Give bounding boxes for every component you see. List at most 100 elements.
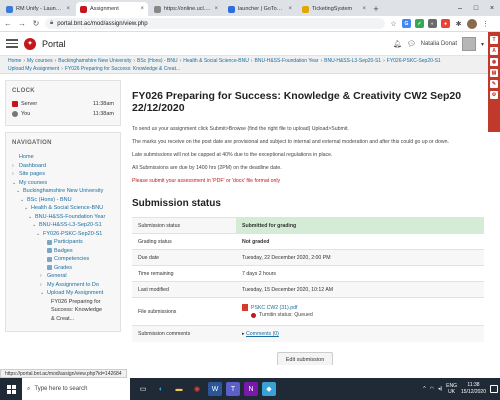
tool-icon[interactable]: ◉ [490,58,498,66]
breadcrumb-link[interactable]: Upload My Assignment [8,66,59,72]
nav-item[interactable]: Competencies [12,255,116,264]
nav-item[interactable]: ⌄ Health & Social Science-BNU [12,204,116,213]
profile-avatar[interactable] [467,18,477,29]
row-value: Submitted for grading [236,217,484,234]
nav-item[interactable]: ⌄ Upload My Assignment [12,289,116,298]
extension-icon[interactable]: ● [441,19,450,28]
browser-tab-active[interactable]: Assignment × [76,2,148,16]
breadcrumb-link[interactable]: FY026-PSKC-Sep20-S1 [387,58,441,64]
avatar[interactable] [461,37,476,51]
close-icon[interactable]: × [214,6,218,12]
breadcrumb-link[interactable]: My courses [27,58,53,64]
teams-icon[interactable]: T [226,382,240,396]
close-icon[interactable]: × [362,6,366,12]
nav-item[interactable]: & Creat... [12,315,116,324]
server-icon [12,101,18,107]
browser-tab[interactable]: launcher | GoToWebinar × [224,2,296,16]
breadcrumb-link[interactable]: BSc (Hons) - BNU [137,58,178,64]
nav-item[interactable]: ⌄ BSc (Hons) - BNU [12,196,116,205]
extension-icon[interactable]: G [402,19,411,28]
notification-icon[interactable] [490,385,498,393]
breadcrumb-link[interactable]: FY026 Preparing for Success: Knowledge &… [65,66,180,72]
nav-item[interactable]: Grades [12,264,116,273]
nav-item[interactable]: Home [12,153,116,162]
tool-icon[interactable]: ✎ [490,80,498,88]
browser-tab[interactable]: https://online.ucl.ac/dashbo... × [150,2,222,16]
user-menu[interactable]: 🔔︎ 💬︎ Natalia Donat ▾ [393,37,484,51]
tool-icon[interactable]: ⚙ [490,91,498,99]
wifi-icon[interactable]: ◠ [430,386,434,392]
back-icon[interactable]: ← [3,19,13,29]
chevron-down-icon[interactable]: ▾ [481,41,484,48]
edge-icon[interactable]: ◐ [154,382,168,396]
nav-item[interactable]: ⌄ BNU-H&SS-Foundation Year [12,213,116,222]
task-view-icon[interactable]: ▭ [136,382,150,396]
nav-item[interactable]: › My Assignment to Do [12,281,116,290]
nav-item[interactable]: FY026 Preparing for [12,298,116,307]
submitted-file-link[interactable]: PSKC CW2 (31).pdf [251,305,297,311]
site-logo[interactable]: ✦ [24,37,36,50]
star-icon[interactable]: ☆ [389,19,398,28]
nav-item[interactable]: › Site pages [12,170,116,179]
breadcrumb-link[interactable]: Health & Social Science-BNU [183,58,249,64]
breadcrumb-link[interactable]: BNU-H&SS-Foundation Year [255,58,319,64]
tool-icon[interactable]: T [490,36,498,44]
tray-time[interactable]: 11:38 [467,382,479,388]
navigation-block: NAVIGATION Home › Dashboard › Site pages ⌄ My … [5,132,121,332]
forward-icon[interactable]: → [17,19,27,29]
nav-item[interactable]: Participants [12,238,116,247]
nav-item[interactable]: › General [12,272,116,281]
breadcrumb-link[interactable]: BNU-H&SS-L3-Sep20-S1 [324,58,381,64]
chrome-icon[interactable]: ◉ [190,382,204,396]
user-name[interactable]: Natalia Donat [421,41,457,47]
edit-submission-wrap: Edit submission [132,351,478,365]
onenote-icon[interactable]: N [244,382,258,396]
nav-item[interactable]: ⌄ Buckinghamshire New University [12,187,116,196]
breadcrumb-link[interactable]: Buckinghamshire New University [58,58,131,64]
edit-submission-button[interactable]: Edit submission [276,351,334,365]
tray-date[interactable]: 15/12/2020 [461,389,486,395]
portal-title[interactable]: Portal [42,39,66,49]
browser-tab[interactable]: TicketingSystem × [298,2,370,16]
bell-icon[interactable]: 🔔︎ [393,40,402,48]
chat-icon[interactable]: 💬︎ [407,40,416,48]
menu-dots-icon[interactable]: ⋮ [481,19,490,28]
nav-item[interactable]: ⌄ FY026-PSKC-Sep20-S1 [12,230,116,239]
close-icon[interactable]: × [288,6,292,12]
comments-link[interactable]: Comments (0) [246,331,279,337]
nav-item[interactable]: Success: Knowledge [12,306,116,315]
taskbar-search[interactable]: ⌕ Type here to search [22,378,130,400]
hamburger-menu-icon[interactable] [6,38,18,50]
start-button[interactable] [0,378,22,400]
row-label: File submissions [132,297,236,326]
reload-icon[interactable]: ↻ [31,19,41,29]
nav-item[interactable]: › Dashboard [12,162,116,171]
close-icon[interactable]: × [66,6,70,12]
maximize-icon[interactable]: □ [468,0,484,16]
submission-status-table: Submission status Submitted for grading … [132,217,484,342]
file-explorer-icon[interactable]: ▬ [172,382,186,396]
tool-icon[interactable]: A [490,47,498,55]
region-code[interactable]: UK [448,389,455,395]
volume-icon[interactable]: ◂) [438,386,442,392]
breadcrumb-link[interactable]: Home [8,58,21,64]
puzzle-icon[interactable]: ✱ [454,19,463,28]
server-label: Server [21,101,38,107]
extension-icon[interactable]: ✓ [415,19,424,28]
address-bar[interactable]: 🔒︎ portal.bnt.ac/mod/assign/view.php [45,18,385,29]
browser-tab[interactable]: RM Unify - Launch Pad × [2,2,74,16]
new-tab-icon[interactable]: + [370,2,382,16]
nav-item-label: FY026-PSKC-Sep20-S1 [43,230,103,237]
nav-item[interactable]: Badges [12,247,116,256]
tool-icon[interactable]: ▤ [490,69,498,77]
close-window-icon[interactable]: × [484,0,500,16]
nav-item-label: & Creat... [51,315,75,322]
minimize-icon[interactable]: – [452,0,468,16]
nav-item[interactable]: ⌄ My courses [12,179,116,188]
close-icon[interactable]: × [140,6,144,12]
word-icon[interactable]: W [208,382,222,396]
nav-item[interactable]: ⌄ BNU-H&SS-L3-Sep20-S1 [12,221,116,230]
chevron-up-icon[interactable]: ^ [423,386,425,392]
app-icon[interactable]: ◆ [262,382,276,396]
extension-icon[interactable]: ◐ [428,19,437,28]
